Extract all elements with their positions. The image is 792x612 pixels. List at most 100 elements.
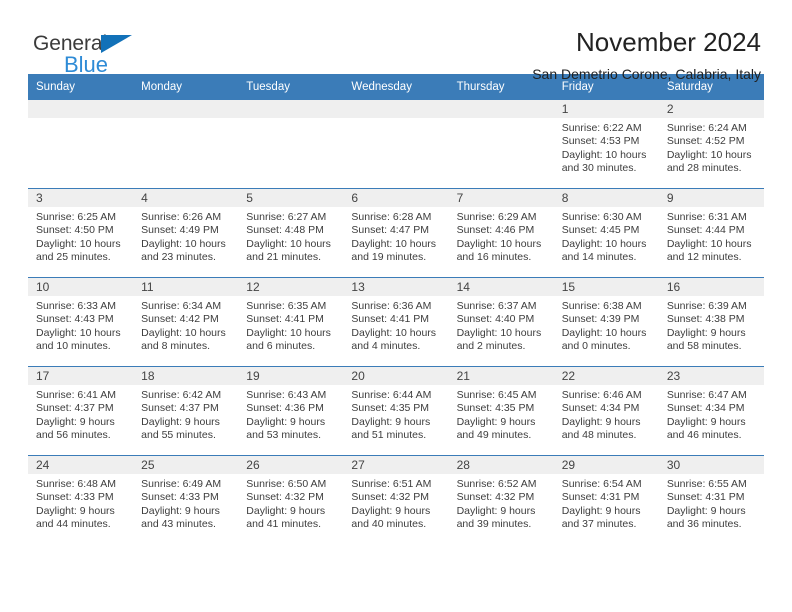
day-details: Sunrise: 6:30 AM Sunset: 4:45 PM Daylight:… — [554, 207, 659, 265]
day-number — [133, 100, 239, 118]
calendar-day-cell[interactable]: 9 Sunrise: 6:31 AM Sunset: 4:44 PM Daylight… — [658, 189, 764, 277]
sunset-text: Sunset: 4:31 PM — [666, 491, 745, 504]
sunset-text: Sunset: 4:48 PM — [246, 224, 324, 237]
daylight-text: Daylight: 10 hours and 8 minutes. — [141, 326, 226, 353]
day-number: 5 — [238, 189, 344, 207]
calendar-day-cell-empty — [448, 100, 554, 188]
day-number: 13 — [343, 278, 449, 296]
day-details: Sunrise: 6:38 AM Sunset: 4:39 PM Daylight:… — [554, 296, 659, 354]
general-blue-logo[interactable]: General Blue — [33, 32, 233, 80]
sunset-text: Sunset: 4:36 PM — [246, 402, 324, 415]
calendar-day-cell[interactable]: 30 Sunrise: 6:55 AM Sunset: 4:31 PM Dayligh… — [658, 456, 764, 544]
day-number: 22 — [553, 367, 659, 385]
sunrise-text: Sunrise: 6:29 AM — [456, 211, 537, 223]
day-number — [238, 100, 344, 118]
calendar-day-cell[interactable]: 8 Sunrise: 6:30 AM Sunset: 4:45 PM Daylight… — [553, 189, 659, 277]
calendar-day-cell[interactable]: 10 Sunrise: 6:33 AM Sunset: 4:43 PM Dayligh… — [28, 278, 134, 366]
day-number: 8 — [553, 189, 659, 207]
day-details: Sunrise: 6:39 AM Sunset: 4:38 PM Daylight:… — [659, 296, 764, 354]
sunrise-text: Sunrise: 6:36 AM — [351, 300, 432, 312]
sunrise-text: Sunrise: 6:22 AM — [561, 122, 642, 134]
day-number: 16 — [658, 278, 764, 296]
daylight-text: Daylight: 10 hours and 0 minutes. — [561, 326, 647, 353]
sunrise-text: Sunrise: 6:44 AM — [351, 389, 432, 401]
calendar-day-cell[interactable]: 28 Sunrise: 6:52 AM Sunset: 4:32 PM Dayligh… — [448, 456, 554, 544]
sunset-text: Sunset: 4:41 PM — [351, 313, 430, 326]
daylight-text: Daylight: 10 hours and 12 minutes. — [666, 237, 752, 264]
calendar-day-cell[interactable]: 7 Sunrise: 6:29 AM Sunset: 4:46 PM Daylight… — [448, 189, 554, 277]
calendar-day-cell[interactable]: 15 Sunrise: 6:38 AM Sunset: 4:39 PM Dayligh… — [553, 278, 659, 366]
calendar-day-cell[interactable]: 4 Sunrise: 6:26 AM Sunset: 4:49 PM Daylight… — [133, 189, 239, 277]
sunset-text: Sunset: 4:32 PM — [351, 491, 430, 504]
day-number: 28 — [448, 456, 554, 474]
calendar-day-cell[interactable]: 3 Sunrise: 6:25 AM Sunset: 4:50 PM Daylight… — [28, 189, 134, 277]
calendar-week-row: 1 Sunrise: 6:22 AM Sunset: 4:53 PM Daylight… — [28, 100, 764, 189]
calendar-day-cell[interactable]: 11 Sunrise: 6:34 AM Sunset: 4:42 PM Dayligh… — [133, 278, 239, 366]
daylight-text: Daylight: 9 hours and 36 minutes. — [666, 504, 746, 531]
sunset-text: Sunset: 4:31 PM — [561, 491, 640, 504]
calendar-day-cell[interactable]: 13 Sunrise: 6:36 AM Sunset: 4:41 PM Dayligh… — [343, 278, 449, 366]
weekday-header-tuesday: Tuesday — [238, 74, 344, 100]
day-number — [448, 100, 554, 118]
daylight-text: Daylight: 10 hours and 2 minutes. — [456, 326, 542, 353]
calendar-day-cell[interactable]: 27 Sunrise: 6:51 AM Sunset: 4:32 PM Dayligh… — [343, 456, 449, 544]
day-number: 9 — [658, 189, 764, 207]
day-number: 2 — [658, 100, 764, 118]
day-details: Sunrise: 6:36 AM Sunset: 4:41 PM Daylight:… — [343, 296, 448, 354]
day-details: Sunrise: 6:31 AM Sunset: 4:44 PM Daylight:… — [659, 207, 764, 265]
logo-triangle-icon — [101, 35, 132, 53]
sunset-text: Sunset: 4:43 PM — [36, 313, 114, 326]
day-number: 20 — [343, 367, 449, 385]
day-details: Sunrise: 6:29 AM Sunset: 4:46 PM Daylight:… — [449, 207, 554, 265]
sunrise-text: Sunrise: 6:52 AM — [456, 478, 537, 490]
calendar-day-cell[interactable]: 24 Sunrise: 6:48 AM Sunset: 4:33 PM Dayligh… — [28, 456, 134, 544]
calendar-day-cell[interactable]: 12 Sunrise: 6:35 AM Sunset: 4:41 PM Dayligh… — [238, 278, 344, 366]
calendar-day-cell[interactable]: 16 Sunrise: 6:39 AM Sunset: 4:38 PM Dayligh… — [658, 278, 764, 366]
sunset-text: Sunset: 4:37 PM — [36, 402, 114, 415]
sunset-text: Sunset: 4:45 PM — [561, 224, 640, 237]
day-number: 27 — [343, 456, 449, 474]
day-details: Sunrise: 6:52 AM Sunset: 4:32 PM Daylight:… — [449, 474, 554, 532]
masthead: General Blue November 2024 San Demetrio … — [28, 0, 764, 82]
sunrise-text: Sunrise: 6:34 AM — [141, 300, 222, 312]
day-details: Sunrise: 6:37 AM Sunset: 4:40 PM Daylight:… — [449, 296, 554, 354]
calendar-day-cell[interactable]: 25 Sunrise: 6:49 AM Sunset: 4:33 PM Dayligh… — [133, 456, 239, 544]
calendar-week-row: 3 Sunrise: 6:25 AM Sunset: 4:50 PM Daylight… — [28, 188, 764, 278]
calendar-day-cell[interactable]: 14 Sunrise: 6:37 AM Sunset: 4:40 PM Dayligh… — [448, 278, 554, 366]
daylight-text: Daylight: 9 hours and 37 minutes. — [561, 504, 641, 531]
calendar-day-cell[interactable]: 17 Sunrise: 6:41 AM Sunset: 4:37 PM Dayligh… — [28, 367, 134, 455]
daylight-text: Daylight: 9 hours and 56 minutes. — [36, 415, 115, 442]
day-details: Sunrise: 6:35 AM Sunset: 4:41 PM Daylight:… — [238, 296, 343, 354]
calendar-day-cell[interactable]: 20 Sunrise: 6:44 AM Sunset: 4:35 PM Dayligh… — [343, 367, 449, 455]
calendar-day-cell[interactable]: 23 Sunrise: 6:47 AM Sunset: 4:34 PM Dayligh… — [658, 367, 764, 455]
day-number: 30 — [658, 456, 764, 474]
calendar-day-cell[interactable]: 18 Sunrise: 6:42 AM Sunset: 4:37 PM Dayligh… — [133, 367, 239, 455]
calendar-day-cell[interactable]: 1 Sunrise: 6:22 AM Sunset: 4:53 PM Daylight… — [553, 100, 659, 188]
calendar-day-cell[interactable]: 6 Sunrise: 6:28 AM Sunset: 4:47 PM Daylight… — [343, 189, 449, 277]
calendar-day-cell[interactable]: 26 Sunrise: 6:50 AM Sunset: 4:32 PM Dayligh… — [238, 456, 344, 544]
sunset-text: Sunset: 4:41 PM — [246, 313, 324, 326]
calendar-day-cell[interactable]: 21 Sunrise: 6:45 AM Sunset: 4:35 PM Dayligh… — [448, 367, 554, 455]
day-number: 14 — [448, 278, 554, 296]
sunset-text: Sunset: 4:33 PM — [36, 491, 114, 504]
calendar-day-cell[interactable]: 2 Sunrise: 6:24 AM Sunset: 4:52 PM Daylight… — [658, 100, 764, 188]
calendar-day-cell[interactable]: 29 Sunrise: 6:54 AM Sunset: 4:31 PM Dayligh… — [553, 456, 659, 544]
calendar-day-cell[interactable]: 22 Sunrise: 6:46 AM Sunset: 4:34 PM Dayligh… — [553, 367, 659, 455]
daylight-text: Daylight: 9 hours and 58 minutes. — [666, 326, 746, 353]
day-number: 12 — [238, 278, 344, 296]
sunset-text: Sunset: 4:47 PM — [351, 224, 430, 237]
logo-blue-text: Blue — [64, 52, 109, 77]
logo-general-text: General — [33, 32, 108, 55]
calendar-week-row: 24 Sunrise: 6:48 AM Sunset: 4:33 PM Dayligh… — [28, 455, 764, 544]
daylight-text: Daylight: 9 hours and 49 minutes. — [456, 415, 536, 442]
sunrise-text: Sunrise: 6:26 AM — [141, 211, 222, 223]
day-number: 29 — [553, 456, 659, 474]
sunrise-text: Sunrise: 6:54 AM — [561, 478, 642, 490]
sunset-text: Sunset: 4:34 PM — [561, 402, 640, 415]
calendar-day-cell-empty — [238, 100, 344, 188]
page-subtitle: San Demetrio Corone, Calabria, Italy — [532, 66, 761, 82]
calendar-day-cell[interactable]: 19 Sunrise: 6:43 AM Sunset: 4:36 PM Dayligh… — [238, 367, 344, 455]
weekday-header-wednesday: Wednesday — [343, 74, 449, 100]
calendar-day-cell[interactable]: 5 Sunrise: 6:27 AM Sunset: 4:48 PM Daylight… — [238, 189, 344, 277]
sunset-text: Sunset: 4:49 PM — [141, 224, 219, 237]
